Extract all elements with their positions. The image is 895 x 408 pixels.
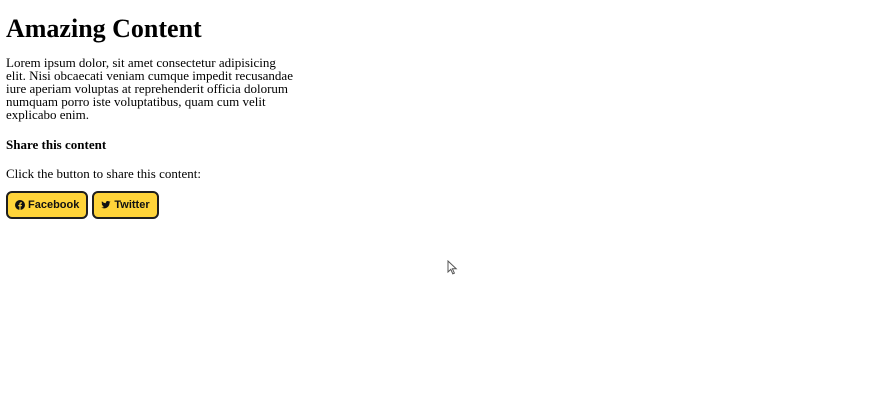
twitter-button-label: Twitter	[114, 199, 150, 211]
share-instructions: Click the button to share this content:	[6, 166, 201, 181]
page-title: Amazing Content	[6, 14, 202, 43]
share-buttons: Facebook Twitter	[6, 191, 306, 219]
facebook-button-label: Facebook	[28, 199, 80, 211]
intro-paragraph: Lorem ipsum dolor, sit amet consectetur …	[6, 55, 293, 122]
twitter-share-button[interactable]: Twitter	[92, 191, 159, 219]
twitter-icon	[101, 200, 111, 210]
facebook-share-button[interactable]: Facebook	[6, 191, 89, 219]
share-heading: Share this content	[6, 137, 107, 152]
mouse-cursor-icon	[447, 259, 458, 275]
facebook-icon	[15, 200, 25, 210]
main-content: Amazing Content Lorem ipsum dolor, sit a…	[6, 0, 306, 219]
